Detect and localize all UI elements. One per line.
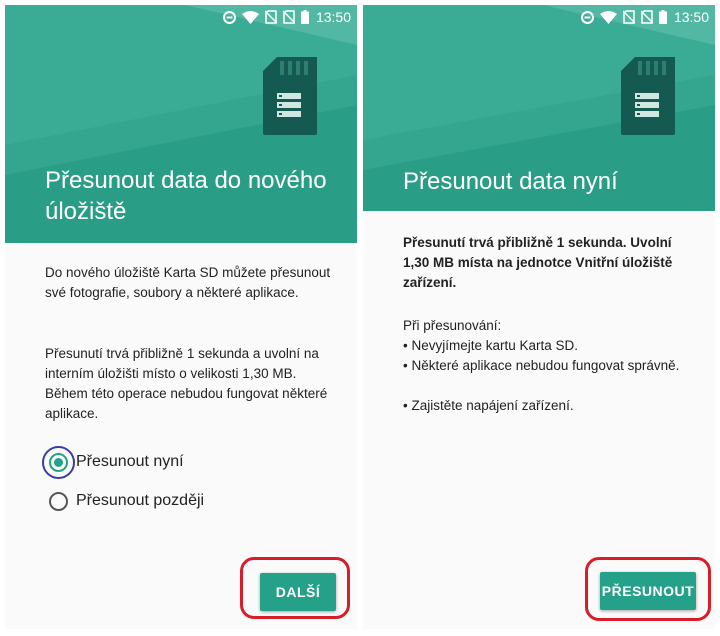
header-banner: 13:50 Přesunout data nyní (363, 5, 715, 211)
sd-card-icon (263, 57, 317, 135)
radio-button-unchecked[interactable] (49, 491, 68, 511)
battery-icon (658, 10, 667, 24)
option-label: Přesunout později (76, 492, 205, 509)
no-sim-icon (282, 10, 295, 24)
list-item: • Zajistěte napájení zařízení. (403, 398, 574, 413)
wifi-icon (241, 10, 259, 24)
clock: 13:50 (673, 9, 709, 25)
list-item: • Nevyjímejte kartu Karta SD. (403, 338, 579, 353)
option-label: Přesunout nyní (76, 453, 184, 470)
page-title: Přesunout data do nového úložiště (45, 167, 327, 225)
description-text: Do nového úložiště Karta SD můžete přesu… (45, 265, 331, 300)
left-screen: 13:50 Přesunout data do nového úložiště … (5, 5, 357, 629)
status-bar: 13:50 (5, 5, 357, 29)
summary-text: Přesunutí trvá přibližně 1 sekunda. Uvol… (403, 235, 673, 290)
dnd-icon (222, 10, 236, 24)
header-banner: 13:50 Přesunout data do nového úložiště (5, 5, 357, 243)
list-item: • Některé aplikace nebudou fungovat sprá… (403, 358, 680, 373)
page-title: Přesunout data nyní (403, 168, 618, 195)
clock: 13:50 (315, 9, 351, 25)
no-sim-icon (640, 10, 653, 24)
option-move-later[interactable]: Přesunout později (49, 488, 204, 514)
battery-icon (300, 10, 309, 24)
sd-card-icon (621, 57, 675, 135)
during-heading: Při přesunování: (403, 318, 502, 333)
duration-info-text: Přesunutí trvá přibližně 1 sekunda a uvo… (45, 346, 328, 421)
highlight-circle-annotation (42, 446, 75, 479)
highlight-box-annotation (585, 557, 711, 621)
dnd-icon (580, 10, 594, 24)
status-bar: 13:50 (363, 5, 715, 29)
highlight-box-annotation (240, 557, 350, 619)
wifi-icon (599, 10, 617, 24)
right-screen: 13:50 Přesunout data nyní Přesunutí trvá… (363, 5, 715, 629)
no-sim-icon (264, 10, 277, 24)
no-sim-icon (622, 10, 635, 24)
